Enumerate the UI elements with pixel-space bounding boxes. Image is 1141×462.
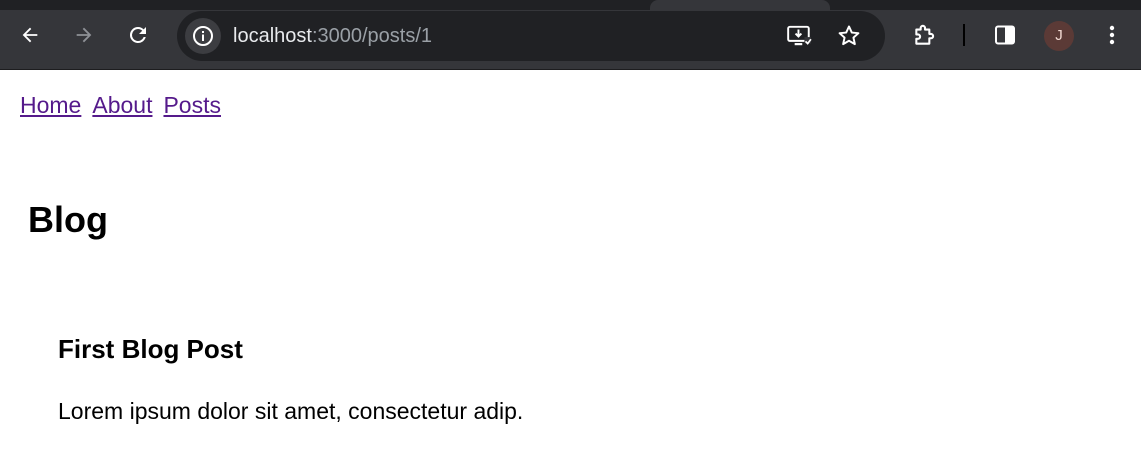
install-app-icon	[787, 25, 812, 46]
kebab-menu-icon	[1109, 25, 1115, 45]
site-nav: Home About Posts	[20, 90, 232, 120]
post-body: Lorem ipsum dolor sit amet, consectetur …	[58, 398, 524, 424]
extensions-button[interactable]	[905, 15, 945, 55]
nav-link-posts[interactable]: Posts	[163, 92, 221, 118]
side-panel-icon	[995, 25, 1015, 45]
url-host: localhost	[233, 25, 312, 47]
url-text[interactable]: localhost:3000/posts/1	[233, 24, 432, 48]
reload-icon	[129, 26, 146, 43]
puzzle-icon	[915, 24, 935, 45]
toolbar-divider	[963, 24, 965, 46]
browser-menu-button[interactable]	[1092, 15, 1132, 55]
info-icon	[193, 26, 213, 46]
browser-toolbar: localhost:3000/posts/1 J	[0, 0, 1141, 70]
nav-link-home[interactable]: Home	[20, 92, 81, 118]
tab-strip	[0, 0, 1141, 10]
post-title: First Blog Post	[58, 334, 243, 364]
star-icon	[838, 25, 860, 46]
url-path: :3000/posts/1	[311, 25, 433, 47]
install-app-button[interactable]	[783, 20, 815, 52]
back-button[interactable]	[10, 15, 50, 55]
site-info-button[interactable]	[185, 18, 221, 54]
page-content: Home About Posts Blog First Blog Post Lore…	[0, 70, 1141, 462]
forward-button[interactable]	[64, 15, 104, 55]
page-title: Blog	[28, 199, 108, 240]
active-tab-edge	[650, 0, 830, 10]
side-panel-button[interactable]	[985, 15, 1025, 55]
profile-avatar[interactable]: J	[1044, 21, 1074, 51]
nav-link-about[interactable]: About	[92, 92, 152, 118]
bookmark-button[interactable]	[833, 20, 865, 52]
address-bar[interactable]: localhost:3000/posts/1	[177, 11, 885, 61]
arrow-right-icon	[76, 27, 92, 43]
arrow-left-icon	[22, 27, 38, 43]
reload-button[interactable]	[118, 15, 158, 55]
